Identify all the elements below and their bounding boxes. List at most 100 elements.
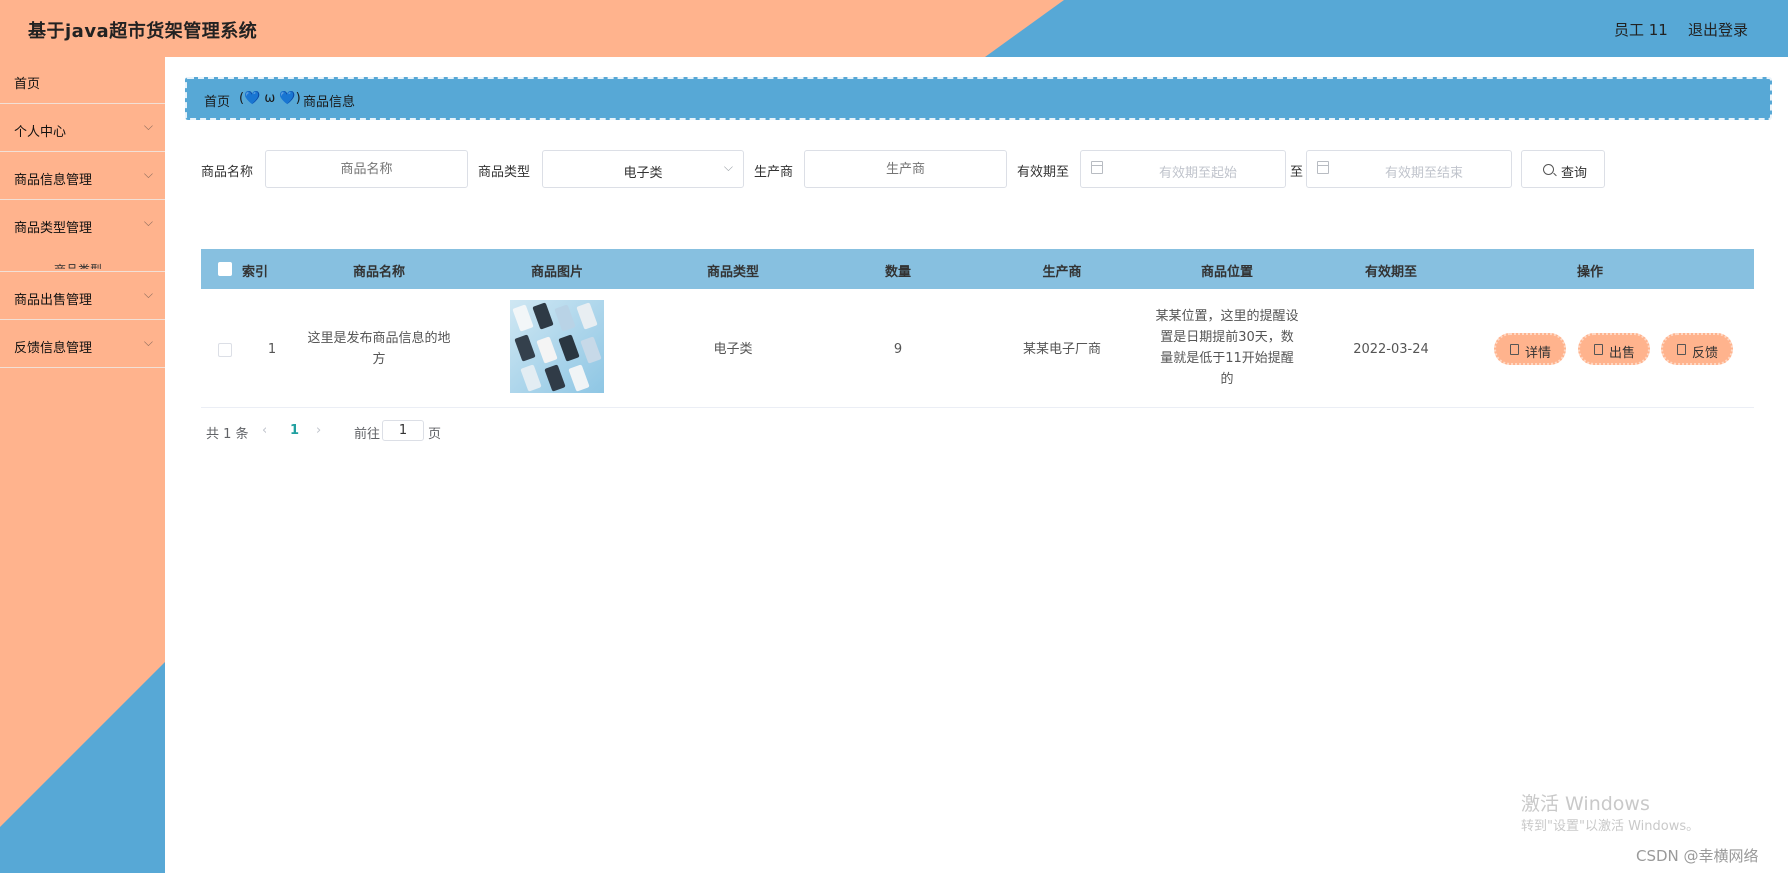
query-button[interactable]: 查询 bbox=[1521, 150, 1605, 188]
column-header-type: 商品类型 bbox=[706, 265, 759, 280]
sell-button-label: 出售 bbox=[1609, 346, 1636, 361]
pagination-total: 共 1 条 bbox=[206, 427, 249, 442]
chevron-down-icon: ⌵ bbox=[143, 335, 153, 349]
chevron-down-icon: ⌵ bbox=[143, 287, 153, 301]
row-product-type: 电子类 bbox=[713, 342, 753, 357]
csdn-watermark: CSDN @幸横网络 bbox=[1636, 847, 1759, 865]
product-type-label: 商品类型 bbox=[478, 165, 531, 180]
sidebar-item-personal-center[interactable]: 个人中心 ⌵ bbox=[0, 105, 165, 152]
column-header-index: 索引 bbox=[241, 265, 268, 280]
row-product-name-line: 这里是发布商品信息的地 bbox=[307, 331, 451, 346]
windows-activation-hint: 转到"设置"以激活 Windows。 bbox=[1521, 819, 1700, 834]
manufacturer-input[interactable] bbox=[804, 150, 1007, 188]
chevron-down-icon: ⌵ bbox=[723, 160, 733, 174]
phone-shape bbox=[512, 304, 534, 332]
column-header-actions: 操作 bbox=[1576, 265, 1603, 280]
row-location-line: 量就是低于11开始提醒 bbox=[1160, 351, 1294, 366]
expiry-end-picker[interactable]: 有效期至结束 bbox=[1306, 150, 1512, 188]
sidebar-item-label: 商品出售管理 bbox=[14, 293, 93, 308]
expiry-label: 有效期至 bbox=[1017, 165, 1070, 180]
product-type-select[interactable]: 电子类 ⌵ bbox=[542, 150, 744, 188]
pagination-page-input[interactable] bbox=[382, 420, 424, 441]
product-name-input[interactable] bbox=[265, 150, 468, 188]
logout-link[interactable]: 退出登录 bbox=[1688, 19, 1748, 40]
phone-shape bbox=[576, 302, 598, 330]
sidebar-item-label: 首页 bbox=[14, 77, 41, 92]
row-location-line: 某某位置，这里的提醒设 bbox=[1155, 309, 1299, 324]
sidebar: 首页 个人中心 ⌵ 商品信息管理 ⌵ 商品类型管理 ⌵ 商品类型 商品出售管理 … bbox=[0, 57, 165, 873]
pagination-page-unit: 页 bbox=[428, 427, 442, 442]
sidebar-item-home[interactable]: 首页 bbox=[0, 57, 165, 104]
app-title: 基于java超市货架管理系统 bbox=[28, 21, 258, 42]
chevron-down-icon: ⌵ bbox=[143, 167, 153, 181]
row-product-name-line: 方 bbox=[372, 352, 386, 367]
sidebar-item-product-info[interactable]: 商品信息管理 ⌵ bbox=[0, 153, 165, 200]
column-header-name: 商品名称 bbox=[352, 265, 405, 280]
query-button-label: 查询 bbox=[1561, 166, 1588, 181]
pagination-page-1[interactable]: 1 bbox=[290, 423, 299, 438]
column-header-location: 商品位置 bbox=[1200, 265, 1253, 280]
row-location-line: 的 bbox=[1220, 372, 1234, 387]
phone-shape bbox=[558, 334, 580, 362]
breadcrumb: 首页 (💙 ω 💙) 商品信息 bbox=[185, 77, 1772, 120]
current-user: 员工 11 bbox=[1614, 21, 1668, 39]
sidebar-item-label: 商品类型管理 bbox=[14, 221, 93, 236]
chevron-down-icon: ⌵ bbox=[143, 119, 153, 133]
row-product-name: 这里是发布商品信息的地 方 bbox=[289, 328, 469, 370]
feedback-button-label: 反馈 bbox=[1692, 346, 1719, 361]
document-icon bbox=[1677, 344, 1686, 355]
pagination-goto-label: 前往 bbox=[354, 427, 381, 442]
table-header: 索引 商品名称 商品图片 商品类型 数量 生产商 商品位置 有效期至 操作 bbox=[201, 249, 1754, 289]
column-header-quantity: 数量 bbox=[884, 265, 911, 280]
header-blue-wedge bbox=[985, 0, 1788, 57]
breadcrumb-separator: (💙 ω 💙) bbox=[239, 91, 301, 106]
breadcrumb-current: 商品信息 bbox=[303, 95, 356, 110]
document-icon bbox=[1510, 344, 1519, 355]
phone-shape bbox=[532, 302, 554, 330]
breadcrumb-home[interactable]: 首页 bbox=[204, 91, 230, 110]
document-icon bbox=[1594, 344, 1603, 355]
sidebar-item-product-sales[interactable]: 商品出售管理 ⌵ bbox=[0, 273, 165, 320]
column-header-manufacturer: 生产商 bbox=[1042, 265, 1082, 280]
phone-shape bbox=[580, 336, 602, 364]
pagination-next-icon[interactable]: › bbox=[316, 423, 321, 438]
search-icon bbox=[1543, 164, 1554, 175]
column-header-expiry: 有效期至 bbox=[1364, 265, 1417, 280]
detail-button-label: 详情 bbox=[1525, 346, 1552, 361]
pagination-prev-icon[interactable]: ‹ bbox=[262, 423, 267, 438]
product-type-value: 电子类 bbox=[623, 166, 663, 181]
calendar-icon bbox=[1091, 161, 1103, 174]
row-index: 1 bbox=[267, 342, 277, 357]
phone-shape bbox=[568, 364, 590, 392]
row-checkbox[interactable] bbox=[218, 343, 232, 357]
windows-activation-title: 激活 Windows bbox=[1521, 793, 1650, 815]
expiry-start-placeholder: 有效期至起始 bbox=[1158, 166, 1237, 181]
phone-shape bbox=[536, 336, 558, 364]
column-header-image: 商品图片 bbox=[530, 265, 583, 280]
row-location-line: 置是日期提前30天，数 bbox=[1160, 330, 1294, 345]
calendar-icon bbox=[1317, 161, 1329, 174]
product-name-label: 商品名称 bbox=[201, 165, 254, 180]
range-to-label: 至 bbox=[1290, 165, 1304, 180]
product-image bbox=[510, 300, 604, 393]
top-header: 基于java超市货架管理系统 员工 11 退出登录 bbox=[0, 0, 1788, 57]
expiry-start-picker[interactable]: 有效期至起始 bbox=[1080, 150, 1286, 188]
row-location: 某某位置，这里的提醒设 置是日期提前30天，数 量就是低于11开始提醒 的 bbox=[1137, 306, 1317, 390]
sidebar-item-label: 商品信息管理 bbox=[14, 173, 93, 188]
feedback-button[interactable]: 反馈 bbox=[1661, 333, 1733, 365]
sidebar-item-label: 个人中心 bbox=[14, 125, 67, 140]
sidebar-item-feedback[interactable]: 反馈信息管理 ⌵ bbox=[0, 321, 165, 368]
sidebar-item-label: 反馈信息管理 bbox=[14, 341, 93, 356]
select-all-checkbox[interactable] bbox=[218, 262, 232, 276]
phone-shape bbox=[514, 334, 536, 362]
submenu-peek-text: 商品类型 bbox=[54, 261, 102, 269]
sell-button[interactable]: 出售 bbox=[1578, 333, 1650, 365]
detail-button[interactable]: 详情 bbox=[1494, 333, 1566, 365]
chevron-down-icon: ⌵ bbox=[143, 215, 153, 229]
phone-shape bbox=[554, 304, 576, 332]
row-manufacturer: 某某电子厂商 bbox=[1022, 342, 1101, 357]
manufacturer-label: 生产商 bbox=[754, 165, 794, 180]
row-expiry: 2022-03-24 bbox=[1353, 342, 1429, 357]
phone-shape bbox=[520, 364, 542, 392]
phone-shape bbox=[544, 364, 566, 392]
